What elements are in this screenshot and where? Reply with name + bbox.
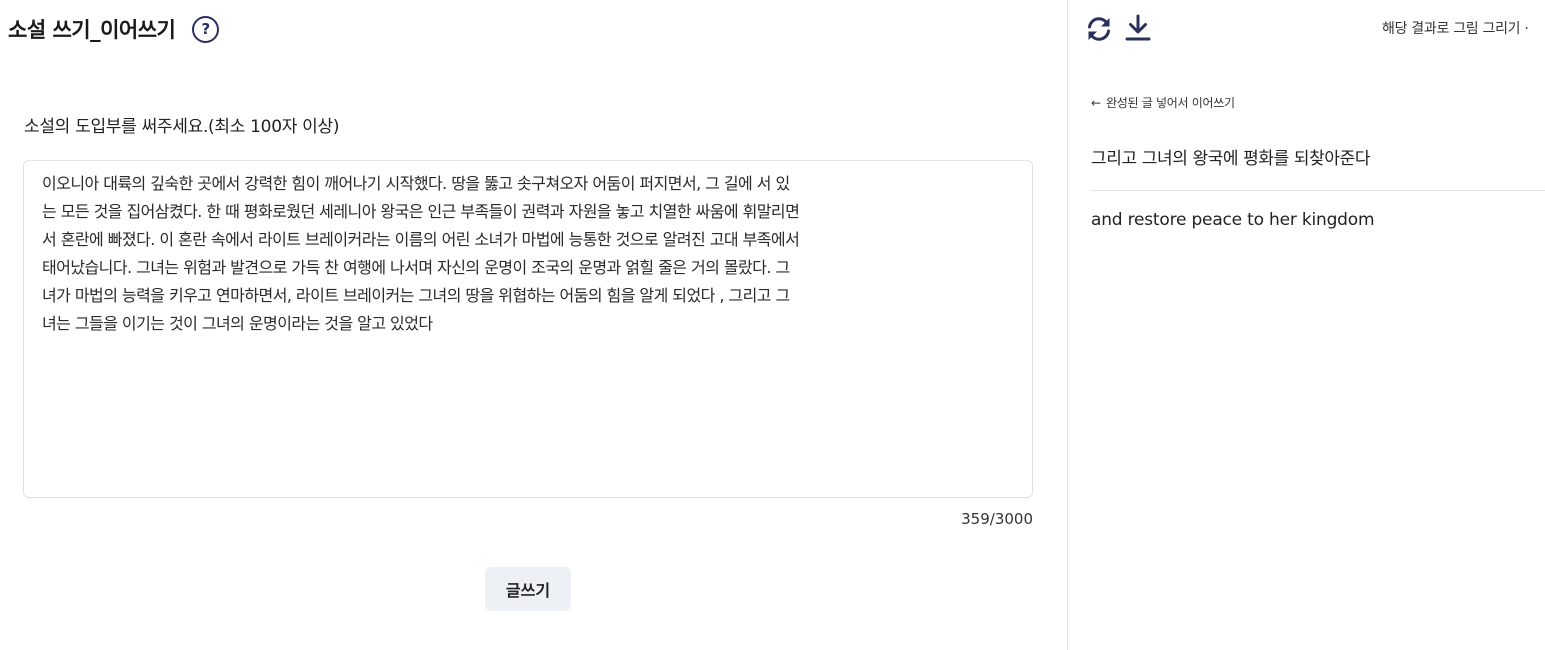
continue-with-result-label: 완성된 글 넣어서 이어쓰기 — [1106, 96, 1235, 110]
help-icon[interactable]: ? — [192, 15, 220, 43]
result-divider — [1090, 190, 1545, 191]
result-panel: 해당 결과로 그림 그리기 · ← 완성된 글 넣어서 이어쓰기 그리고 그녀의… — [1068, 0, 1545, 650]
app-root: 소설 쓰기_이어쓰기 ? 소설의 도입부를 써주세요.(최소 100자 이상) … — [0, 0, 1545, 650]
story-textarea[interactable] — [42, 170, 1022, 490]
refresh-icon[interactable] — [1085, 15, 1113, 43]
page-title: 소설 쓰기_이어쓰기 — [8, 18, 176, 42]
korean-result-text: 그리고 그녀의 왕국에 평화를 되찾아준다 — [1091, 149, 1371, 169]
prompt-label: 소설의 도입부를 써주세요.(최소 100자 이상) — [24, 117, 340, 137]
char-counter: 359/3000 — [961, 510, 1033, 528]
arrow-left-icon: ← — [1091, 95, 1102, 110]
write-button[interactable]: 글쓰기 — [485, 567, 571, 611]
draw-image-link[interactable]: 해당 결과로 그림 그리기 · — [1382, 18, 1529, 38]
editor-panel: 소설 쓰기_이어쓰기 ? 소설의 도입부를 써주세요.(최소 100자 이상) … — [0, 0, 1067, 650]
continue-with-result-link[interactable]: ← 완성된 글 넣어서 이어쓰기 — [1091, 94, 1235, 111]
download-icon[interactable] — [1125, 14, 1151, 42]
english-result-text: and restore peace to her kingdom — [1091, 210, 1375, 230]
title-row: 소설 쓰기_이어쓰기 ? — [8, 12, 220, 46]
